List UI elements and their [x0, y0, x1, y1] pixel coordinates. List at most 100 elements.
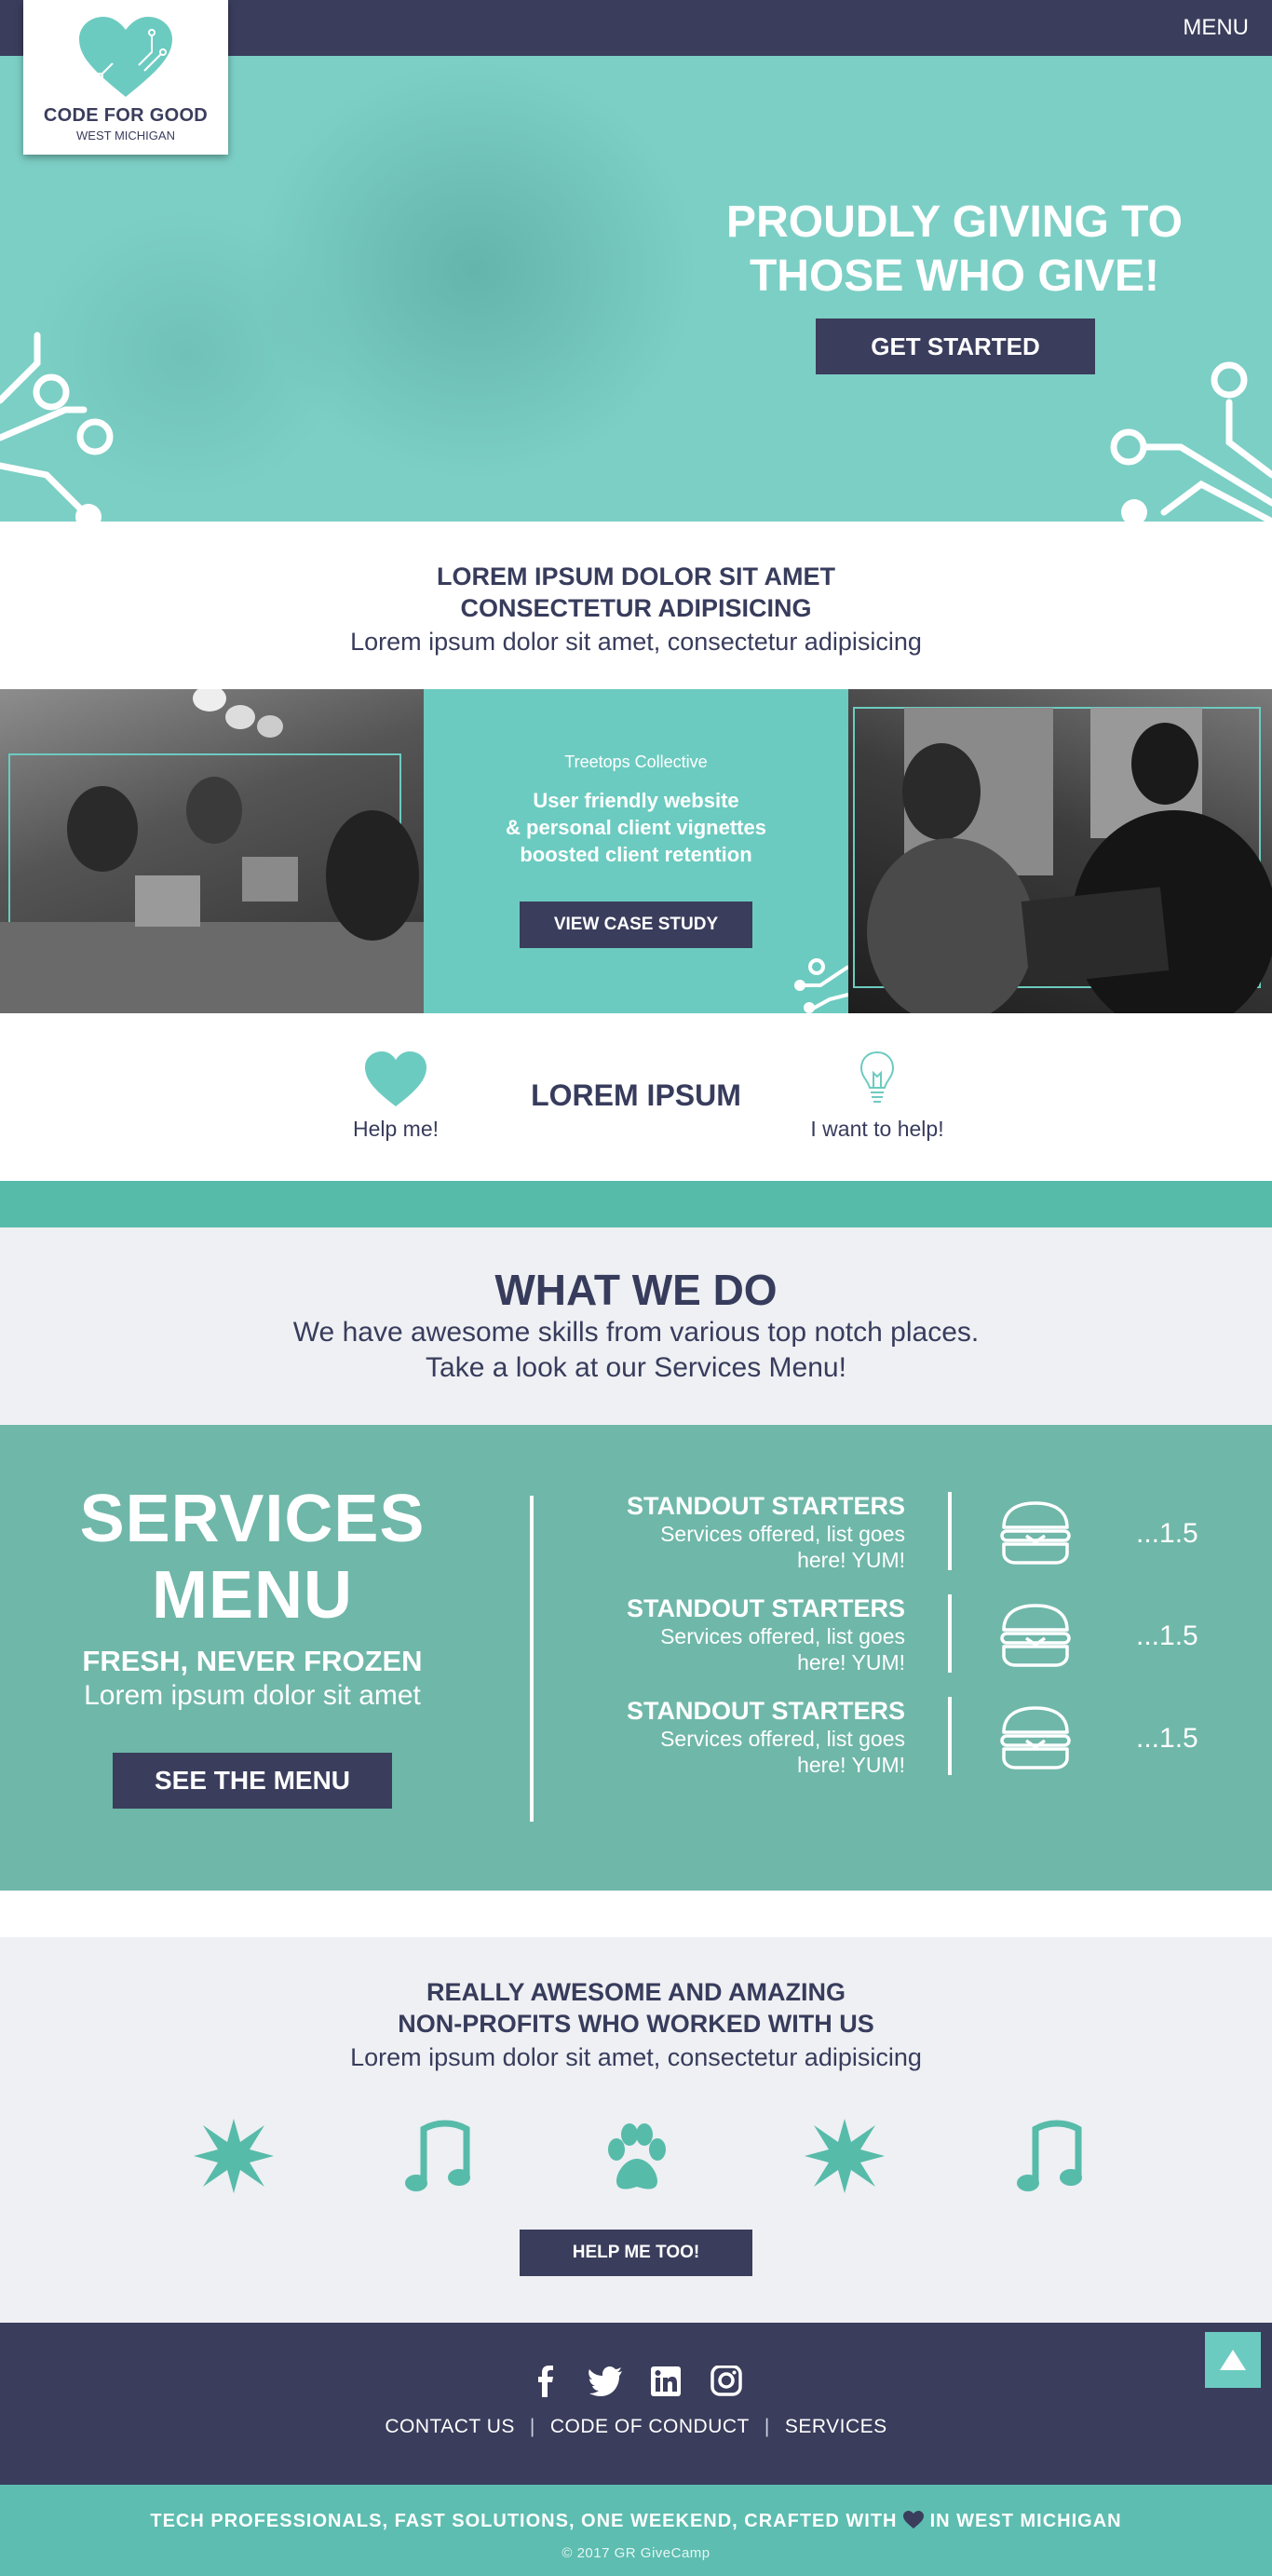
what-we-do-title: WHAT WE DO [494, 1266, 778, 1314]
footer-tagline: TECH PROFESSIONALS, FAST SOLUTIONS, ONE … [0, 2511, 1272, 2532]
burger-icon [1000, 1604, 1071, 1667]
back-to-top-button[interactable] [1205, 2332, 1261, 2388]
services-subtitle: Lorem ipsum dolor sit amet [84, 1680, 421, 1711]
case-desc-line1: User friendly website [533, 789, 739, 812]
service-item-price: ...1.5 [1136, 1518, 1198, 1549]
paw-icon[interactable] [594, 2114, 678, 2198]
heart-icon [903, 2511, 925, 2529]
burger-icon [1000, 1706, 1071, 1769]
intro-heading-line1: LOREM IPSUM DOLOR SIT AMET [437, 563, 835, 590]
social-links [0, 2365, 1272, 2397]
starburst-icon[interactable] [803, 2114, 886, 2198]
nonprofits-heading-line2: NON-PROFITS WHO WORKED WITH US [398, 2010, 874, 2038]
contact-us-link[interactable]: CONTACT US [385, 2416, 515, 2437]
nonprofits-section: REALLY AWESOME AND AMAZING NON-PROFITS W… [0, 1937, 1272, 2323]
service-item-desc-line1: Services offered, list goes [660, 1522, 905, 1546]
service-item-desc-line1: Services offered, list goes [660, 1727, 905, 1751]
linkedin-icon[interactable] [648, 2366, 683, 2397]
arrow-up-icon [1220, 2350, 1246, 2370]
heart-logo-icon [79, 17, 172, 97]
circuit-decoration-right [1110, 361, 1272, 522]
service-item-desc-line2: here! YUM! [797, 1548, 905, 1572]
team-working-photo [0, 689, 424, 1013]
service-item-price: ...1.5 [1136, 1620, 1198, 1651]
what-we-do-section: WHAT WE DO We have awesome skills from v… [0, 1227, 1272, 1425]
service-item-title: STANDOUT STARTERS [627, 1697, 905, 1725]
footer-tagline-before: TECH PROFESSIONALS, FAST SOLUTIONS, ONE … [150, 2511, 898, 2531]
service-item-text: STANDOUT STARTERS Services offered, list… [559, 1594, 905, 1675]
service-item-bar [948, 1594, 952, 1673]
menu-button[interactable]: MENU [1183, 15, 1249, 41]
burger-icon [1000, 1501, 1071, 1565]
footer-links: CONTACT US | CODE OF CONDUCT | SERVICES [0, 2416, 1272, 2438]
case-desc-line2: & personal client vignettes [506, 816, 766, 839]
services-intro: SERVICES MENU FRESH, NEVER FROZEN Lorem … [37, 1481, 467, 1809]
logo-subtitle: WEST MICHIGAN [76, 129, 175, 142]
logo-title: CODE FOR GOOD [43, 105, 209, 126]
services-title-line2: MENU [152, 1558, 353, 1633]
service-item-desc-line2: here! YUM! [797, 1650, 905, 1674]
client-meeting-photo [848, 689, 1272, 1013]
heart-icon [365, 1051, 426, 1106]
footer-separator: | [529, 2416, 535, 2437]
case-study-org: Treetops Collective [564, 752, 708, 771]
lightbulb-icon [859, 1051, 895, 1103]
teal-divider-band [0, 1181, 1272, 1227]
view-case-study-button[interactable]: VIEW CASE STUDY [520, 902, 752, 948]
want-to-help-link[interactable]: I want to help! [784, 1051, 970, 1142]
what-we-do-line2: Take a look at our Services Menu! [426, 1352, 846, 1383]
intro-heading-line2: CONSECTETUR ADIPISICING [460, 594, 812, 622]
case-study-card: Treetops Collective User friendly websit… [424, 689, 848, 1013]
see-the-menu-button[interactable]: SEE THE MENU [113, 1753, 392, 1809]
service-item-bar [948, 1492, 952, 1570]
service-item: STANDOUT STARTERS Services offered, list… [559, 1492, 1229, 1594]
case-study-section: Treetops Collective User friendly websit… [0, 689, 1272, 1013]
service-item-desc-line2: here! YUM! [797, 1753, 905, 1777]
site-logo[interactable]: CODE FOR GOOD WEST MICHIGAN [23, 0, 228, 155]
circuit-decoration-small [794, 958, 848, 1013]
service-item-desc-line1: Services offered, list goes [660, 1624, 905, 1648]
instagram-icon[interactable] [709, 2365, 744, 2397]
intro-subtitle: Lorem ipsum dolor sit amet, consectetur … [350, 628, 922, 656]
case-desc-line3: boosted client retention [520, 843, 752, 866]
case-study-description: User friendly website & personal client … [424, 787, 848, 868]
want-to-help-label: I want to help! [810, 1117, 944, 1141]
services-title-line1: SERVICES [79, 1482, 426, 1556]
help-me-label: Help me! [352, 1117, 440, 1141]
footer-separator: | [764, 2416, 770, 2437]
help-title: LOREM IPSUM [531, 1078, 741, 1112]
services-tagline: FRESH, NEVER FROZEN [82, 1645, 423, 1677]
footer: CONTACT US | CODE OF CONDUCT | SERVICES [0, 2323, 1272, 2485]
twitter-icon[interactable] [588, 2366, 624, 2397]
services-section: SERVICES MENU FRESH, NEVER FROZEN Lorem … [0, 1425, 1272, 1891]
nonprofits-subtitle: Lorem ipsum dolor sit amet, consectetur … [350, 2043, 922, 2071]
service-item-text: STANDOUT STARTERS Services offered, list… [559, 1492, 905, 1573]
services-title: SERVICES MENU [37, 1481, 467, 1634]
intro-heading: LOREM IPSUM DOLOR SIT AMET CONSECTETUR A… [0, 561, 1272, 624]
nonprofit-logos [0, 2114, 1272, 2198]
starburst-icon[interactable] [192, 2114, 276, 2198]
circuit-decoration-left [0, 332, 114, 522]
music-note-icon[interactable] [396, 2114, 480, 2198]
service-item-text: STANDOUT STARTERS Services offered, list… [559, 1697, 905, 1778]
service-item: STANDOUT STARTERS Services offered, list… [559, 1594, 1229, 1697]
music-note-icon[interactable] [1008, 2114, 1091, 2198]
services-divider [530, 1496, 534, 1822]
get-started-button[interactable]: GET STARTED [816, 319, 1095, 374]
service-item-title: STANDOUT STARTERS [627, 1492, 905, 1520]
facebook-icon[interactable] [528, 2366, 563, 2397]
copyright: © 2017 GR GiveCamp [562, 2545, 710, 2561]
service-item: STANDOUT STARTERS Services offered, list… [559, 1697, 1229, 1799]
footer-tagline-after: IN WEST MICHIGAN [929, 2511, 1122, 2531]
bottom-bar: TECH PROFESSIONALS, FAST SOLUTIONS, ONE … [0, 2485, 1272, 2576]
service-item-title: STANDOUT STARTERS [627, 1594, 905, 1622]
code-of-conduct-link[interactable]: CODE OF CONDUCT [550, 2416, 750, 2437]
hero-title: PROUDLY GIVING TO THOSE WHO GIVE! [726, 197, 1183, 301]
what-we-do-line1: We have awesome skills from various top … [292, 1317, 980, 1348]
intro-section: LOREM IPSUM DOLOR SIT AMET CONSECTETUR A… [0, 522, 1272, 689]
nonprofits-heading: REALLY AWESOME AND AMAZING NON-PROFITS W… [0, 1976, 1272, 2040]
service-item-bar [948, 1697, 952, 1775]
help-me-too-button[interactable]: HELP ME TOO! [520, 2230, 752, 2276]
nonprofits-heading-line1: REALLY AWESOME AND AMAZING [426, 1978, 846, 2006]
services-link[interactable]: SERVICES [785, 2416, 887, 2437]
